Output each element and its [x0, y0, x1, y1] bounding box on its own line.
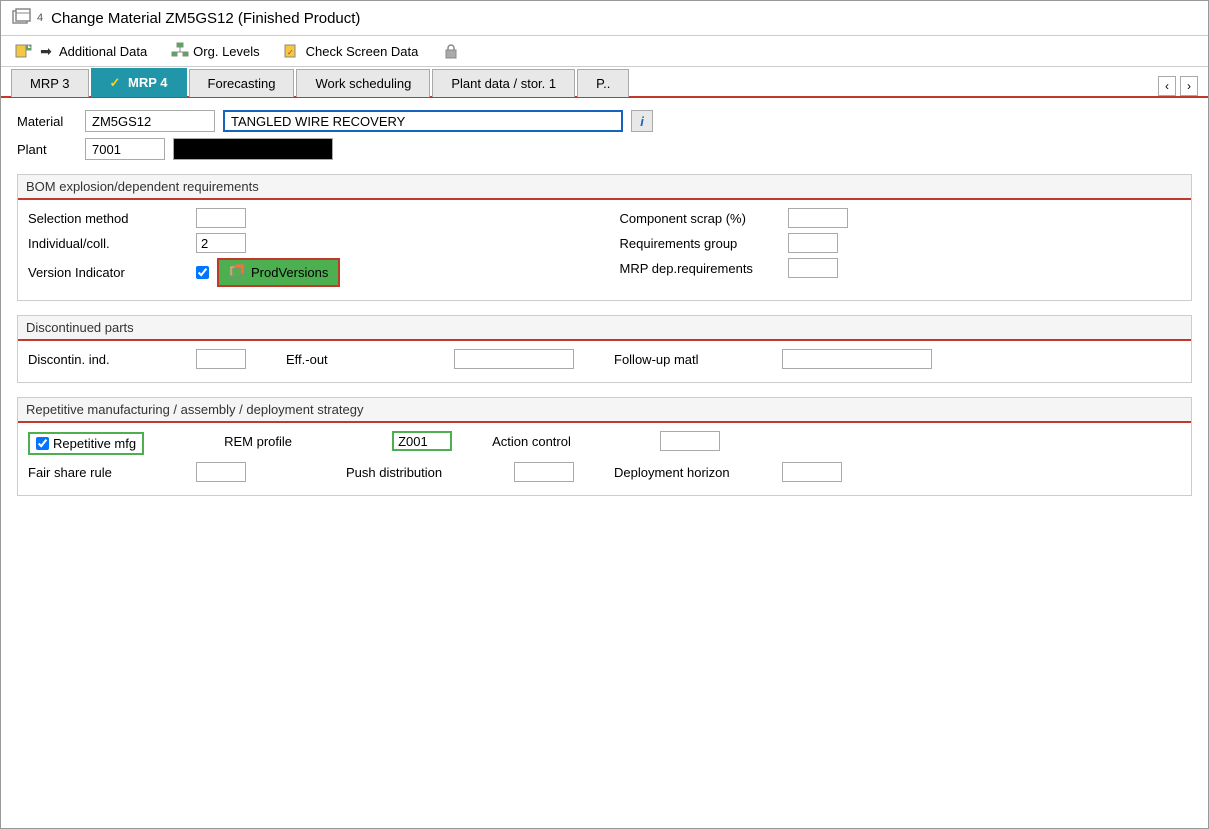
version-indicator-checkbox-label[interactable] [196, 266, 209, 279]
material-description[interactable]: TANGLED WIRE RECOVERY [223, 110, 623, 132]
repetitive-mfg-checkbox[interactable] [36, 437, 49, 450]
version-indicator-label: Version Indicator [28, 265, 188, 280]
requirements-group-row: Requirements group [620, 233, 1182, 253]
eff-out-row: Eff.-out [286, 349, 574, 369]
tab-p[interactable]: P.. [577, 69, 629, 97]
org-levels-button[interactable]: Org. Levels [167, 40, 263, 62]
mrp-dep-req-input[interactable] [788, 258, 838, 278]
action-control-input[interactable] [660, 431, 720, 451]
component-scrap-row: Component scrap (%) [620, 208, 1182, 228]
follow-up-matl-row: Follow-up matl [614, 349, 932, 369]
arrow-right-icon: ➡ [37, 42, 55, 60]
org-levels-label: Org. Levels [193, 44, 259, 59]
component-scrap-label: Component scrap (%) [620, 211, 780, 226]
bom-section-title: BOM explosion/dependent requirements [18, 175, 1191, 200]
fair-share-rule-row: Fair share rule [28, 462, 246, 482]
action-control-label: Action control [492, 434, 652, 449]
discontin-ind-label: Discontin. ind. [28, 352, 188, 367]
mrp-dep-req-row: MRP dep.requirements [620, 258, 1182, 278]
discontinued-section: Discontinued parts Discontin. ind. Eff.-… [17, 315, 1192, 383]
tab-mrp3[interactable]: MRP 3 [11, 69, 89, 97]
tab-forecasting[interactable]: Forecasting [189, 69, 295, 97]
mrp4-icon: ✓ [110, 75, 121, 90]
rem-profile-input[interactable] [392, 431, 452, 451]
check-screen-icon: ✓ [284, 42, 302, 60]
push-distribution-label: Push distribution [346, 465, 506, 480]
prod-versions-button[interactable]: ProdVersions [217, 258, 340, 287]
additional-data-icon [15, 42, 33, 60]
tab-mrp4-label: MRP 4 [128, 75, 168, 90]
requirements-group-input[interactable] [788, 233, 838, 253]
window-icon: 4 [11, 7, 43, 29]
component-scrap-input[interactable] [788, 208, 848, 228]
deployment-horizon-row: Deployment horizon [614, 462, 842, 482]
additional-data-label: Additional Data [59, 44, 147, 59]
tab-mrp4[interactable]: ✓ MRP 4 [91, 68, 187, 97]
action-control-row: Action control [492, 431, 720, 451]
org-levels-icon [171, 42, 189, 60]
plant-value[interactable]: 7001 [85, 138, 165, 160]
individual-coll-row: Individual/coll. [28, 233, 590, 253]
individual-coll-label: Individual/coll. [28, 236, 188, 251]
check-screen-data-button[interactable]: ✓ Check Screen Data [280, 40, 423, 62]
discontinued-section-title: Discontinued parts [18, 316, 1191, 341]
tab-next-button[interactable]: › [1180, 76, 1198, 96]
material-value[interactable]: ZM5GS12 [85, 110, 215, 132]
repetitive-mfg-box: Repetitive mfg [28, 432, 144, 455]
selection-method-row: Selection method [28, 208, 590, 228]
tab-plant-data[interactable]: Plant data / stor. 1 [432, 69, 575, 97]
tab-work-scheduling[interactable]: Work scheduling [296, 69, 430, 97]
lock-icon [442, 42, 460, 60]
content-area: Material ZM5GS12 TANGLED WIRE RECOVERY i… [1, 98, 1208, 522]
follow-up-matl-label: Follow-up matl [614, 352, 774, 367]
version-indicator-checkbox[interactable] [196, 266, 209, 279]
bom-section: BOM explosion/dependent requirements Sel… [17, 174, 1192, 301]
svg-text:✓: ✓ [287, 48, 294, 57]
repetitive-mfg-label: Repetitive mfg [53, 436, 136, 451]
fair-share-rule-label: Fair share rule [28, 465, 188, 480]
mrp-dep-req-label: MRP dep.requirements [620, 261, 780, 276]
plant-label: Plant [17, 142, 77, 157]
material-header: Material ZM5GS12 TANGLED WIRE RECOVERY i… [17, 110, 1192, 160]
version-indicator-row: Version Indicator [28, 258, 590, 287]
rem-profile-label: REM profile [224, 434, 384, 449]
follow-up-matl-input[interactable] [782, 349, 932, 369]
fair-share-rule-input[interactable] [196, 462, 246, 482]
tab-bar: MRP 3 ✓ MRP 4 Forecasting Work schedulin… [1, 67, 1208, 98]
plant-redacted [173, 138, 333, 160]
discontin-ind-input[interactable] [196, 349, 246, 369]
discontin-ind-row: Discontin. ind. [28, 349, 246, 369]
individual-coll-input[interactable] [196, 233, 246, 253]
repetitive-section: Repetitive manufacturing / assembly / de… [17, 397, 1192, 496]
selection-method-input[interactable] [196, 208, 246, 228]
prod-versions-icon [229, 263, 245, 282]
push-distribution-row: Push distribution [346, 462, 574, 482]
selection-method-label: Selection method [28, 211, 188, 226]
toolbar: ➡ Additional Data Org. Levels ✓ [1, 36, 1208, 67]
repetitive-section-title: Repetitive manufacturing / assembly / de… [18, 398, 1191, 423]
eff-out-label: Eff.-out [286, 352, 446, 367]
deployment-horizon-label: Deployment horizon [614, 465, 774, 480]
prod-versions-label: ProdVersions [251, 265, 328, 280]
check-screen-label: Check Screen Data [306, 44, 419, 59]
tab-navigation: ‹ › [1158, 76, 1198, 96]
requirements-group-label: Requirements group [620, 236, 780, 251]
lock-button[interactable] [438, 40, 464, 62]
additional-data-button[interactable]: ➡ Additional Data [11, 40, 151, 62]
material-label: Material [17, 114, 77, 129]
rem-profile-row: REM profile [224, 431, 452, 451]
push-distribution-input[interactable] [514, 462, 574, 482]
tab-prev-button[interactable]: ‹ [1158, 76, 1176, 96]
eff-out-input[interactable] [454, 349, 574, 369]
info-button[interactable]: i [631, 110, 653, 132]
window-title: Change Material ZM5GS12 (Finished Produc… [51, 10, 360, 27]
deployment-horizon-input[interactable] [782, 462, 842, 482]
